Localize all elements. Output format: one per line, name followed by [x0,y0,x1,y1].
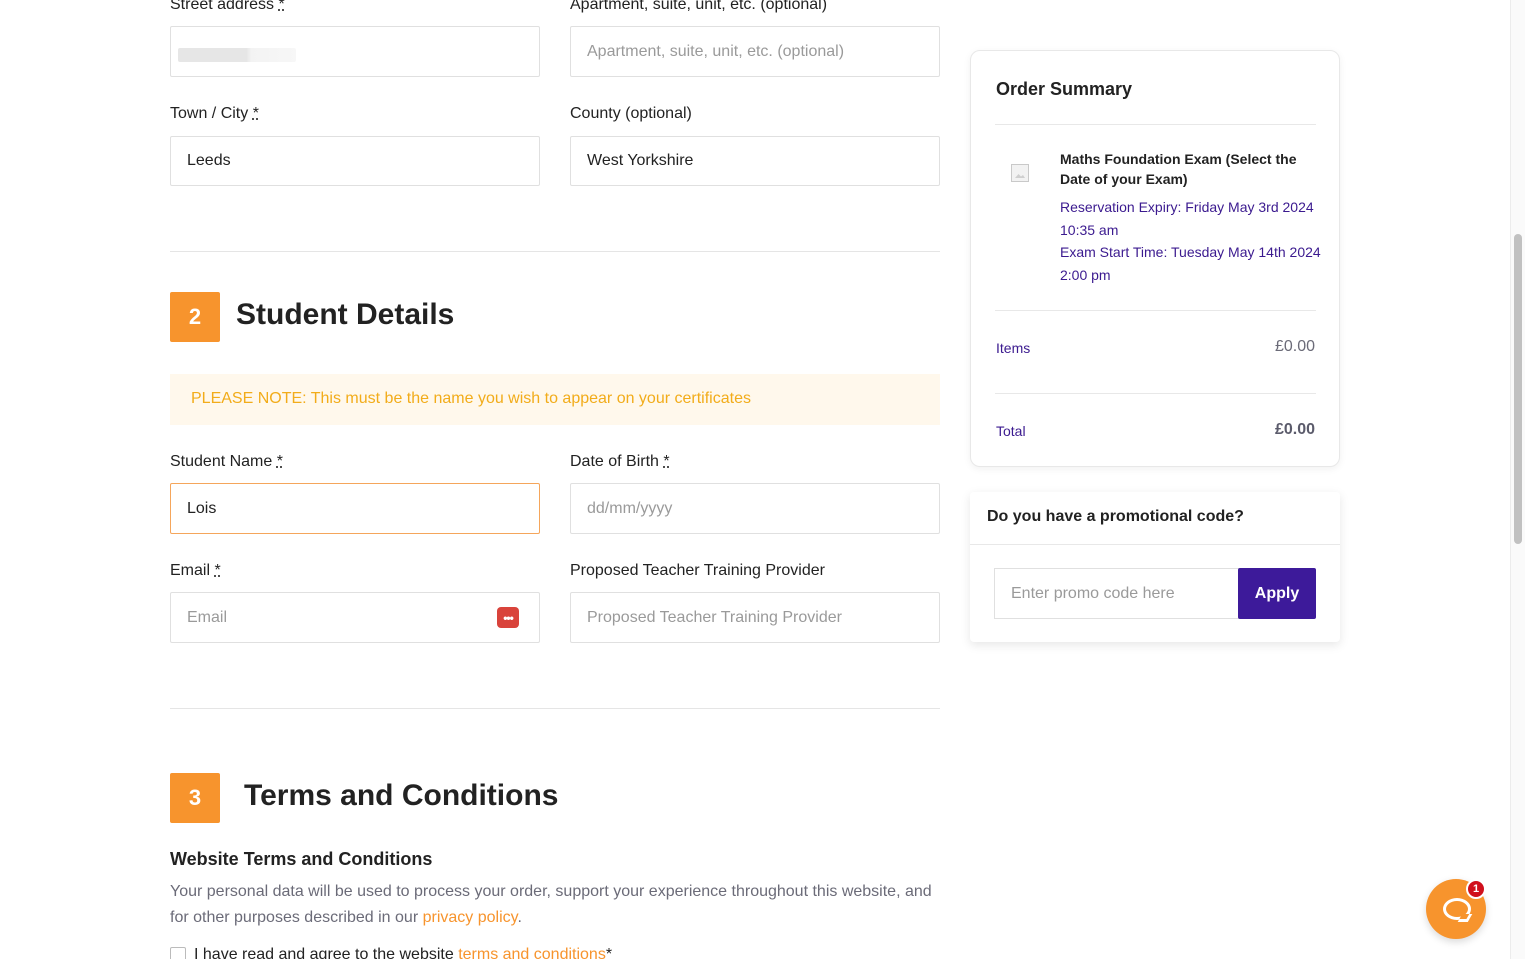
teacher-training-provider-input[interactable] [570,592,940,643]
step-3-badge: 3 [170,773,220,823]
password-manager-icon[interactable]: ••• [497,607,519,628]
county-label: County (optional) [570,105,692,122]
email-label: Email * [170,562,221,579]
terms-and-conditions-link[interactable]: terms and conditions [458,946,606,959]
terms-agreement-row: I have read and agree to the website ter… [170,946,612,959]
town-city-input[interactable] [170,136,540,186]
step-2-badge: 2 [170,292,220,342]
student-name-label: Student Name * [170,453,283,470]
exam-start-time: Exam Start Time: Tuesday May 14th 2024 2… [1060,244,1321,283]
promo-code-title: Do you have a promotional code? [987,508,1244,525]
order-summary-title: Order Summary [996,79,1133,99]
teacher-training-provider-label: Proposed Teacher Training Provider [570,562,825,579]
website-terms-heading: Website Terms and Conditions [170,849,433,869]
scrollbar-thumb[interactable] [1514,234,1522,544]
items-label: Items [996,340,1031,356]
summary-divider [995,124,1316,125]
promo-divider [970,544,1340,545]
total-value: £0.00 [1274,421,1315,438]
section-divider [170,708,940,709]
town-city-label: Town / City * [170,105,259,122]
terms-section-title: Terms and Conditions [244,779,559,812]
section-divider [170,251,940,252]
reservation-expiry: Reservation Expiry: Friday May 3rd 2024 … [1060,199,1314,238]
total-label: Total [996,423,1026,439]
date-of-birth-input[interactable] [570,483,940,534]
product-name: Maths Foundation Exam (Select the Date o… [1060,151,1297,187]
apartment-input[interactable] [570,26,940,77]
redacted-street-value [178,48,296,62]
summary-divider [995,393,1316,394]
terms-checkbox[interactable] [170,947,186,959]
certificate-name-notice: PLEASE NOTE: This must be the name you w… [170,374,940,425]
apartment-label: Apartment, suite, unit, etc. (optional) [570,0,828,13]
order-summary-card: Order Summary Maths Foundation Exam (Sel… [970,50,1340,467]
street-address-label: Street address * [170,0,285,13]
student-name-input[interactable] [170,483,540,534]
county-input[interactable] [570,136,940,186]
promo-code-card: Do you have a promotional code? Apply [970,492,1340,642]
date-of-birth-label: Date of Birth * [570,453,670,470]
chat-notification-badge: 1 [1466,879,1486,899]
summary-divider [995,310,1316,311]
privacy-notice-text: Your personal data will be used to proce… [170,883,932,926]
email-input[interactable] [170,592,540,643]
apply-promo-button[interactable]: Apply [1238,568,1316,619]
promo-code-input[interactable] [994,568,1239,619]
product-image-icon [1011,164,1029,182]
privacy-policy-link[interactable]: privacy policy [423,909,518,926]
items-value: £0.00 [1274,338,1315,355]
student-details-title: Student Details [236,298,455,331]
